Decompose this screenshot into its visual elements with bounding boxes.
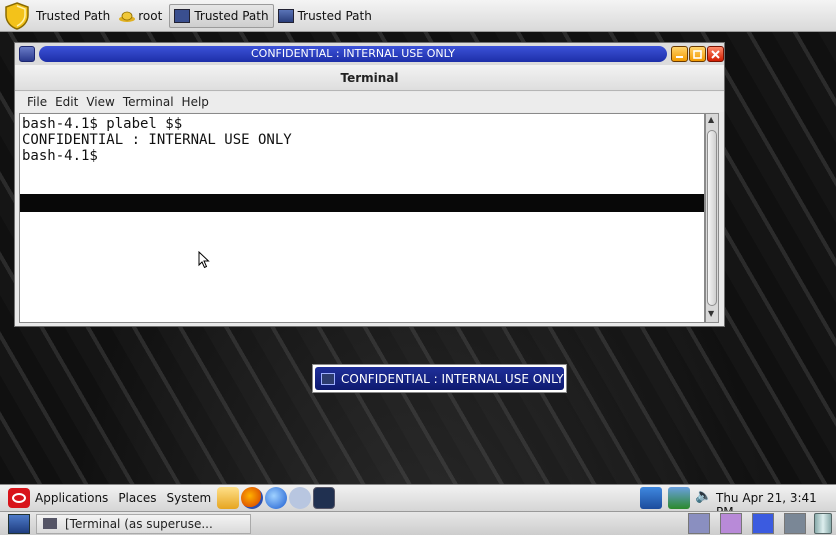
minimize-icon xyxy=(676,55,683,58)
menu-terminal[interactable]: Terminal xyxy=(123,95,174,109)
terminal-small-icon xyxy=(43,518,57,529)
close-button[interactable] xyxy=(707,46,724,62)
terminal-line: CONFIDENTIAL : INTERNAL USE ONLY xyxy=(22,132,292,148)
menu-bar: File Edit View Terminal Help xyxy=(15,92,724,112)
update-icon[interactable] xyxy=(289,487,312,509)
taskbar-terminal-label: [Terminal (as superuse... xyxy=(65,516,213,531)
menu-edit[interactable]: Edit xyxy=(55,95,78,109)
minimize-button[interactable] xyxy=(671,46,688,62)
system-menu[interactable]: System xyxy=(166,491,211,505)
close-icon xyxy=(711,49,720,59)
trusted-shield-icon[interactable] xyxy=(2,1,32,31)
applications-menu[interactable]: Applications xyxy=(35,491,108,505)
scroll-down-icon[interactable]: ▼ xyxy=(708,309,714,318)
window-list-panel: [Terminal (as superuse... xyxy=(0,511,836,535)
taskbar-terminal-item[interactable]: [Terminal (as superuse... xyxy=(36,513,251,534)
window-label-title: CONFIDENTIAL : INTERNAL USE ONLY xyxy=(39,46,667,62)
trusted-path-window-label: Trusted Path xyxy=(297,8,372,23)
volume-icon[interactable]: 🔈 xyxy=(695,488,712,504)
trash-icon[interactable] xyxy=(814,513,832,534)
scroll-up-icon[interactable]: ▲ xyxy=(708,115,714,124)
terminal-window: CONFIDENTIAL : INTERNAL USE ONLY Termina… xyxy=(14,42,725,327)
trusted-path-workspace-label: Trusted Path xyxy=(194,8,269,23)
menu-help[interactable]: Help xyxy=(182,95,209,109)
role-selector[interactable]: root xyxy=(114,4,166,28)
window-titlebar[interactable]: CONFIDENTIAL : INTERNAL USE ONLY xyxy=(15,43,724,65)
network-icon[interactable] xyxy=(640,487,662,509)
maximize-icon xyxy=(693,49,702,59)
update-notifier-icon[interactable] xyxy=(668,487,690,509)
menu-file[interactable]: File xyxy=(27,95,47,109)
workspace-3[interactable] xyxy=(752,513,774,534)
label-indicator-popup: CONFIDENTIAL : INTERNAL USE ONLY xyxy=(312,364,567,393)
trusted-path-workspace-button[interactable]: Trusted Path xyxy=(169,3,274,28)
workspace-2[interactable] xyxy=(720,513,742,534)
terminal-output[interactable]: bash-4.1$ plabel $$ CONFIDENTIAL : INTER… xyxy=(19,113,705,323)
firefox-icon[interactable] xyxy=(241,487,264,509)
hat-icon xyxy=(118,9,136,23)
workspace-4[interactable] xyxy=(784,513,806,534)
trusted-path-label: Trusted Path xyxy=(36,8,111,23)
thunderbird-icon[interactable] xyxy=(265,487,288,509)
terminal-line: bash-4.1$ plabel $$ xyxy=(22,116,183,132)
home-icon[interactable] xyxy=(217,487,240,509)
places-menu[interactable]: Places xyxy=(118,491,156,505)
solaris-logo-icon[interactable] xyxy=(8,488,30,508)
label-popup-text: CONFIDENTIAL : INTERNAL USE ONLY xyxy=(341,371,564,386)
show-desktop-icon[interactable] xyxy=(8,513,30,534)
terminal-small-icon xyxy=(174,8,191,23)
trusted-path-window-item[interactable]: Trusted Path xyxy=(274,4,376,28)
terminal-line: bash-4.1$ xyxy=(22,148,98,164)
workspace-1[interactable] xyxy=(688,513,710,534)
maximize-button[interactable] xyxy=(689,46,706,62)
vertical-scrollbar[interactable]: ▲ ▼ xyxy=(705,113,719,323)
trusted-path-bar: Trusted Path root Trusted Path Trusted P… xyxy=(0,0,836,32)
app-title: Terminal xyxy=(15,65,724,91)
role-label: root xyxy=(138,8,163,23)
menu-view[interactable]: View xyxy=(86,95,114,109)
scroll-thumb[interactable] xyxy=(707,130,717,306)
terminal-small-icon xyxy=(321,372,335,385)
mouse-pointer-icon xyxy=(198,250,210,272)
terminal-launcher-icon[interactable] xyxy=(313,487,336,509)
terminal-highlight-bar xyxy=(20,194,704,212)
window-list-icon xyxy=(277,8,294,23)
window-menu-button[interactable] xyxy=(19,46,35,62)
top-panel-bottom: Applications Places System 🔈 Thu Apr 21,… xyxy=(0,484,836,519)
